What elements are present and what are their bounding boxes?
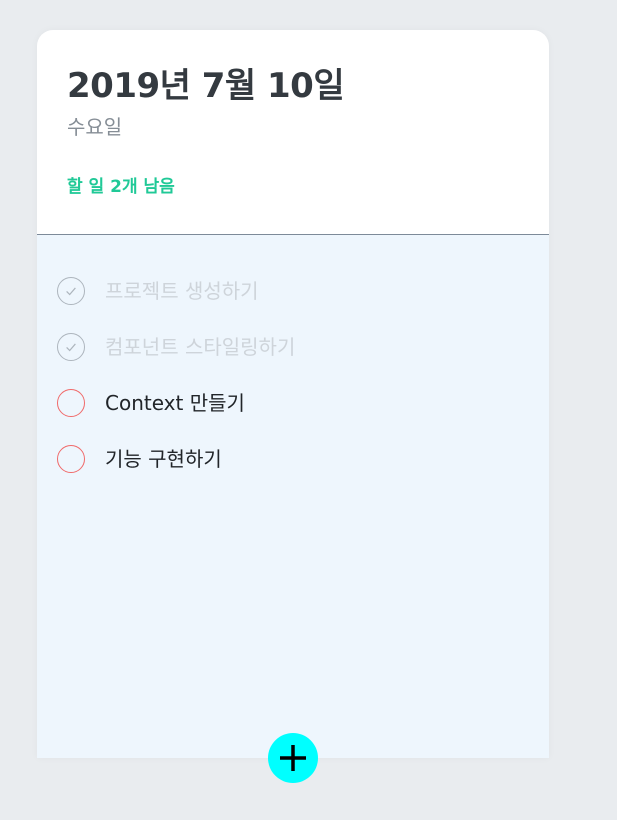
todo-checkbox[interactable] xyxy=(57,333,85,361)
check-icon xyxy=(66,343,76,352)
check-icon xyxy=(66,287,76,296)
todo-text: Context 만들기 xyxy=(105,391,245,415)
todo-text: 컴포넌트 스타일링하기 xyxy=(105,335,296,359)
tasks-left-count: 할 일 2개 남음 xyxy=(67,177,175,197)
todo-head: 2019년 7월 10일 수요일 할 일 2개 남음 xyxy=(37,30,549,235)
todo-checkbox[interactable] xyxy=(57,389,85,417)
todo-item: 프로젝트 생성하기 xyxy=(37,263,549,319)
todo-checkbox[interactable] xyxy=(57,277,85,305)
todo-text: 기능 구현하기 xyxy=(105,447,222,471)
todo-checkbox[interactable] xyxy=(57,445,85,473)
todo-item: 컴포넌트 스타일링하기 xyxy=(37,319,549,375)
todo-text: 프로젝트 생성하기 xyxy=(105,279,259,303)
todo-item: Context 만들기 xyxy=(37,375,549,431)
page-title: 2019년 7월 10일 xyxy=(67,66,345,106)
plus-icon xyxy=(280,745,306,771)
todo-list: 프로젝트 생성하기 컴포넌트 스타일링하기 Context 만들기 기능 구현하… xyxy=(37,235,549,758)
add-todo-button[interactable] xyxy=(268,733,318,783)
todo-item: 기능 구현하기 xyxy=(37,431,549,487)
todo-template: 2019년 7월 10일 수요일 할 일 2개 남음 프로젝트 생성하기 컴포넌… xyxy=(37,30,549,758)
day-of-week: 수요일 xyxy=(67,115,123,139)
